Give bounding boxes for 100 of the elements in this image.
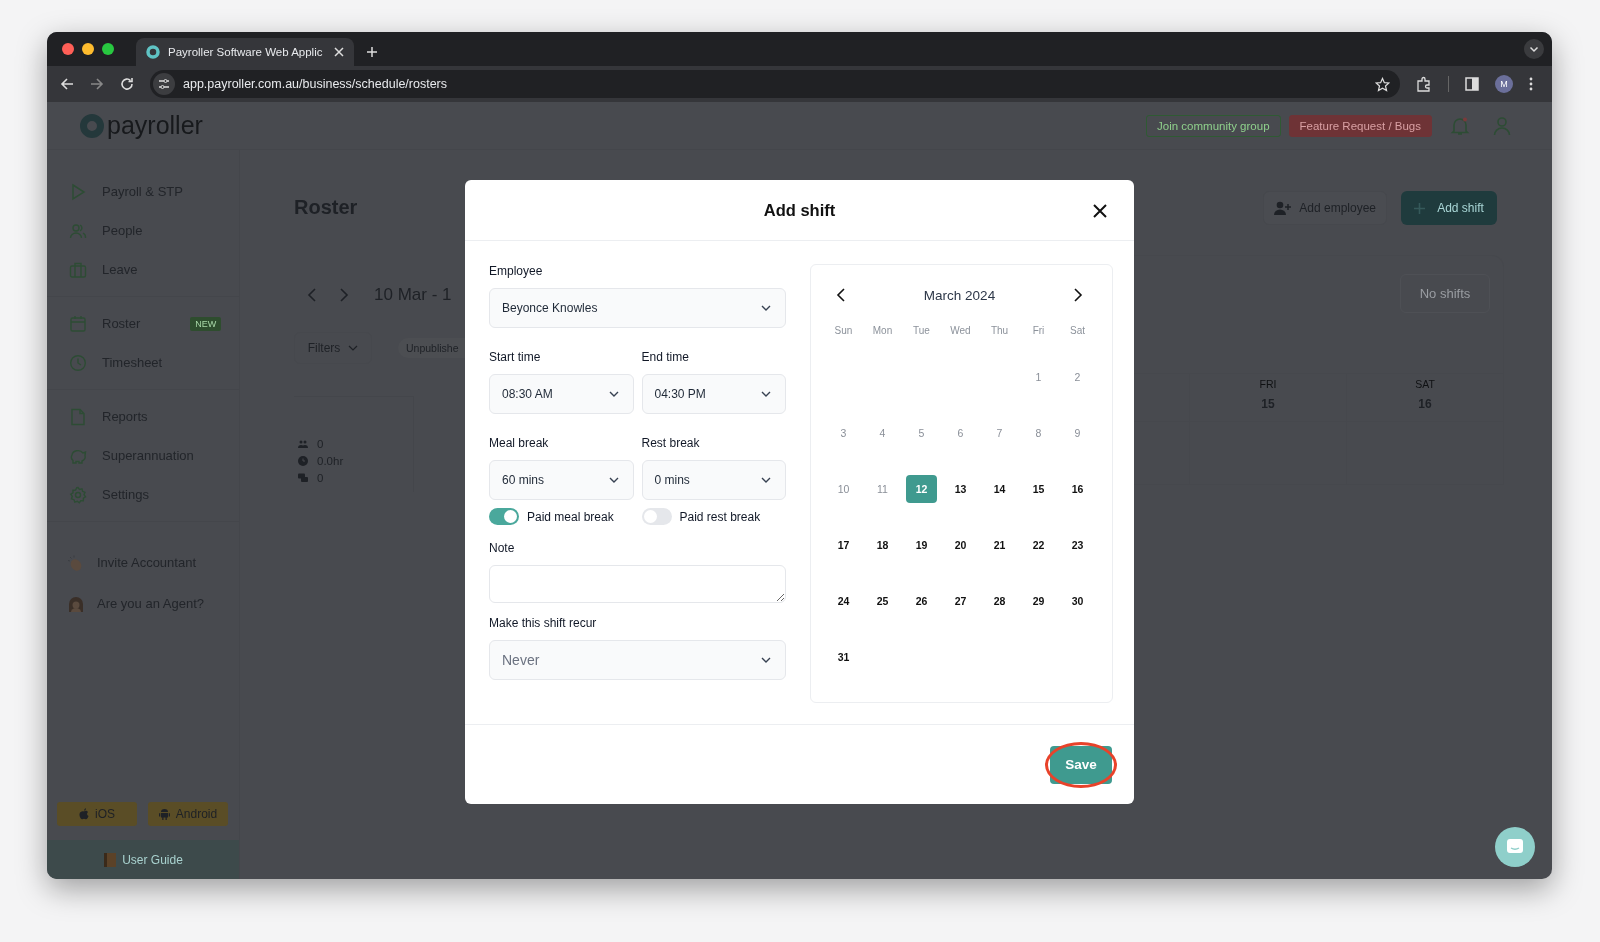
book-icon	[103, 851, 118, 868]
briefcase-icon	[69, 260, 87, 279]
calendar-day[interactable]: 12	[906, 475, 937, 503]
calendar-day[interactable]: 15	[1023, 475, 1054, 503]
chat-icon	[1506, 838, 1524, 856]
break-select[interactable]: 60 mins	[489, 460, 634, 500]
calendar-day[interactable]: 18	[867, 531, 898, 559]
profile-avatar[interactable]: M	[1495, 75, 1513, 93]
calendar-day[interactable]: 20	[945, 531, 976, 559]
back-icon[interactable]	[60, 77, 74, 91]
reload-icon[interactable]	[120, 77, 134, 91]
calendar-day[interactable]: 11	[867, 475, 898, 503]
new-tab-icon[interactable]	[366, 46, 378, 58]
field-label: Rest break	[641, 436, 701, 450]
minimize-window-icon[interactable]	[82, 43, 94, 55]
calendar-day[interactable]: 21	[984, 531, 1015, 559]
chevron-down-icon[interactable]	[1524, 39, 1544, 59]
person-icon	[67, 594, 85, 613]
forward-icon[interactable]	[90, 77, 104, 91]
calendar-day[interactable]: 22	[1023, 531, 1054, 559]
chevron-down-icon	[608, 477, 619, 483]
field-label: Make this shift recur	[489, 616, 598, 630]
calendar-day[interactable]: 24	[828, 587, 859, 615]
field-label: End time	[641, 350, 690, 364]
chevron-down-icon	[761, 305, 771, 311]
calendar-day[interactable]: 25	[867, 587, 898, 615]
chat-button[interactable]	[1495, 827, 1535, 867]
sidebar-icon[interactable]	[1465, 77, 1479, 91]
month-label: March 2024	[923, 287, 996, 303]
note-input[interactable]	[489, 565, 786, 603]
clock-icon	[69, 353, 87, 372]
people-icon	[69, 221, 87, 240]
calendar-day[interactable]: 23	[1062, 531, 1093, 559]
calendar-day[interactable]: 8	[1023, 419, 1054, 447]
calendar-day[interactable]: 14	[984, 475, 1015, 503]
puzzle-icon[interactable]	[1416, 76, 1432, 92]
break-select[interactable]: 0 mins	[641, 460, 786, 500]
calendar-day[interactable]: 10	[828, 475, 859, 503]
address-bar[interactable]: app.payroller.com.au/business/schedule/rosters	[150, 70, 1400, 98]
calendar-day[interactable]: 2	[1062, 363, 1093, 391]
calendar-day[interactable]: 13	[945, 475, 976, 503]
browser-tab[interactable]: Payroller Software Web Applic	[136, 38, 354, 66]
document-icon	[69, 407, 87, 426]
weekday-label: Sun	[833, 325, 854, 338]
calendar-day[interactable]: 30	[1062, 587, 1093, 615]
weekday-label: Fri	[1031, 325, 1046, 338]
header-button[interactable]: Join community group	[1146, 114, 1281, 137]
calendar-day[interactable]: 27	[945, 587, 976, 615]
employee-select[interactable]: Beyonce Knowles	[489, 288, 786, 328]
empty-state-label: No shifts	[1400, 274, 1490, 313]
calendar-day[interactable]: 19	[906, 531, 937, 559]
calendar-day[interactable]: 31	[828, 643, 859, 671]
calendar-day[interactable]: 29	[1023, 587, 1054, 615]
weekday-label: SAT	[1415, 378, 1435, 390]
recur-select[interactable]: Never	[489, 640, 786, 680]
close-icon[interactable]	[1093, 204, 1107, 218]
calendar-day[interactable]: 16	[1062, 475, 1093, 503]
logo-icon	[80, 113, 104, 138]
chevron-right-icon[interactable]	[1073, 288, 1083, 302]
url-text: app.payroller.com.au/business/schedule/rosters	[183, 77, 448, 91]
calendar-day[interactable]: 28	[984, 587, 1015, 615]
field-label: Start time	[489, 350, 542, 364]
calendar-day[interactable]: 17	[828, 531, 859, 559]
calendar-day[interactable]: 7	[984, 419, 1015, 447]
chevron-left-icon[interactable]	[836, 288, 846, 302]
user-guide-bar[interactable]: User Guide	[47, 840, 239, 879]
weekday-label: Sat	[1069, 325, 1086, 338]
calendar-day[interactable]: 4	[867, 419, 898, 447]
user-guide-link[interactable]: User Guide	[122, 852, 183, 867]
add-shift-button[interactable]: Add shift	[1401, 191, 1497, 225]
maximize-window-icon[interactable]	[102, 43, 114, 55]
tab-title: Payroller Software Web Applic	[168, 46, 324, 58]
header-button[interactable]: Feature Request / Bugs	[1288, 114, 1432, 137]
weekday-label: FRI	[1259, 378, 1277, 390]
calendar-day[interactable]: 1	[1023, 363, 1054, 391]
chevron-down-icon	[348, 345, 359, 351]
star-icon[interactable]	[1375, 76, 1390, 92]
close-window-icon[interactable]	[62, 43, 74, 55]
calendar-day[interactable]: 26	[906, 587, 937, 615]
chevron-down-icon	[608, 391, 619, 397]
weekday-label: Mon	[871, 325, 894, 338]
site-settings-icon[interactable]	[153, 73, 175, 95]
toggle-switch[interactable]	[641, 508, 672, 525]
calendar-day[interactable]: 9	[1062, 419, 1093, 447]
weekday-label: Wed	[949, 325, 972, 338]
toggle-label: Paid meal break	[527, 509, 614, 524]
time-select[interactable]: 04:30 PM	[641, 374, 786, 414]
calendar-day[interactable]: 5	[906, 419, 937, 447]
chevron-down-icon	[761, 391, 771, 397]
more-icon[interactable]	[1529, 77, 1533, 91]
field-label: Meal break	[489, 436, 550, 450]
save-button[interactable]: Save	[1050, 745, 1112, 784]
people-icon	[298, 438, 308, 449]
chevron-down-icon	[761, 657, 771, 663]
calendar-day[interactable]: 3	[828, 419, 859, 447]
dialog-title: Add shift	[763, 200, 836, 220]
time-select[interactable]: 08:30 AM	[489, 374, 634, 414]
calendar-day[interactable]: 6	[945, 419, 976, 447]
toggle-switch[interactable]	[489, 508, 519, 525]
field-label: Note	[489, 541, 516, 555]
